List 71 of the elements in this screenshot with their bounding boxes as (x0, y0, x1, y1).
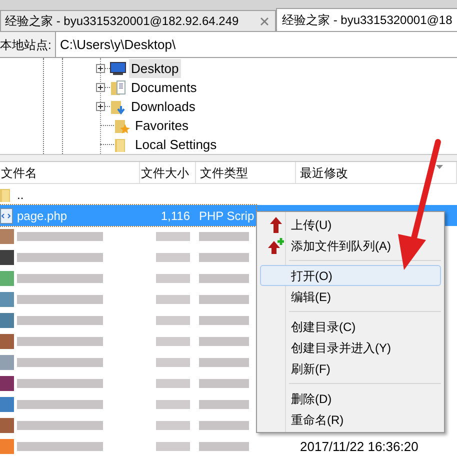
pixelated-text (156, 400, 190, 409)
file-icon (0, 439, 14, 454)
tree-item[interactable]: Local Settings (133, 134, 219, 154)
menu-item[interactable]: 删除(D) (260, 388, 441, 409)
pixelated-text (156, 316, 190, 325)
pixelated-text (199, 337, 249, 346)
file-icon (0, 292, 14, 307)
up-arrow-plus-icon (268, 238, 284, 254)
pixelated-text (199, 253, 249, 262)
file-size: 1,116 (160, 208, 190, 224)
column-header[interactable]: 文件名 (0, 162, 140, 183)
file-icon (0, 271, 14, 286)
menu-item[interactable]: 添加文件到队列(A) (260, 235, 441, 256)
address-label: 本地站点: (0, 32, 56, 57)
menu-item[interactable]: 上传(U) (260, 214, 441, 235)
pixelated-text (199, 379, 249, 388)
expand-toggle[interactable] (96, 83, 105, 92)
tree-item[interactable]: Downloads (129, 96, 198, 116)
pixelated-text (199, 232, 249, 241)
file-icon (0, 376, 14, 391)
folder-download-icon (110, 98, 126, 114)
tab[interactable]: 经验之家 - byu3315320001@182.92.64.249 (0, 10, 276, 31)
pixelated-text (156, 295, 190, 304)
pixelated-text (199, 442, 249, 451)
pixelated-text (156, 358, 190, 367)
column-header[interactable]: 文件类型 (196, 162, 296, 183)
menu-item[interactable]: 创建目录并进入(Y) (260, 337, 441, 358)
file-type: PHP Scrip (199, 208, 254, 224)
expand-toggle[interactable] (96, 102, 105, 111)
pixelated-text (199, 400, 249, 409)
file-name: page.php (17, 208, 68, 224)
tree-item[interactable]: Favorites (133, 116, 190, 136)
file-icon (0, 229, 14, 244)
menu-item[interactable]: 打开(O) (260, 265, 441, 286)
file-icon (0, 397, 14, 412)
file-icon (0, 355, 14, 370)
pixelated-text (156, 232, 190, 241)
code-file-icon (0, 208, 14, 224)
pixelated-text (156, 442, 190, 451)
sort-caret-icon (436, 165, 443, 169)
expand-toggle[interactable] (96, 64, 105, 73)
tree-item[interactable]: Documents (129, 78, 199, 98)
modified-date: 2017/11/22 16:36:20 (300, 438, 418, 456)
file-name: .. (17, 186, 24, 204)
file-icon (0, 250, 14, 265)
pixelated-text (199, 358, 249, 367)
up-arrow-icon (270, 216, 282, 232)
pixelated-text (156, 253, 190, 262)
file-icon (0, 418, 14, 433)
pixelated-text (156, 274, 190, 283)
menu-item[interactable]: 刷新(F) (260, 358, 441, 379)
pixelated-text (199, 316, 249, 325)
pixelated-text (199, 274, 249, 283)
tab[interactable]: 经验之家 - byu3315320001@18 (276, 8, 457, 31)
menu-item[interactable]: 编辑(E) (260, 286, 441, 307)
menu-item[interactable]: 重命名(R) (260, 409, 441, 430)
column-header[interactable]: 文件大小 (140, 162, 196, 183)
folder-document-icon (110, 80, 126, 96)
tree-item[interactable]: Desktop (129, 58, 181, 78)
file-row[interactable]: .. (0, 184, 256, 205)
monitor-icon (110, 62, 126, 75)
menu-item[interactable]: 创建目录(C) (260, 316, 441, 337)
pixelated-text (156, 379, 190, 388)
close-icon[interactable] (260, 16, 269, 26)
folder-star-icon (114, 118, 130, 134)
pixelated-text (199, 421, 249, 430)
pixelated-text (199, 295, 249, 304)
pixelated-text (156, 421, 190, 430)
pixelated-text (156, 337, 190, 346)
file-icon (0, 334, 14, 349)
file-icon (0, 313, 14, 328)
